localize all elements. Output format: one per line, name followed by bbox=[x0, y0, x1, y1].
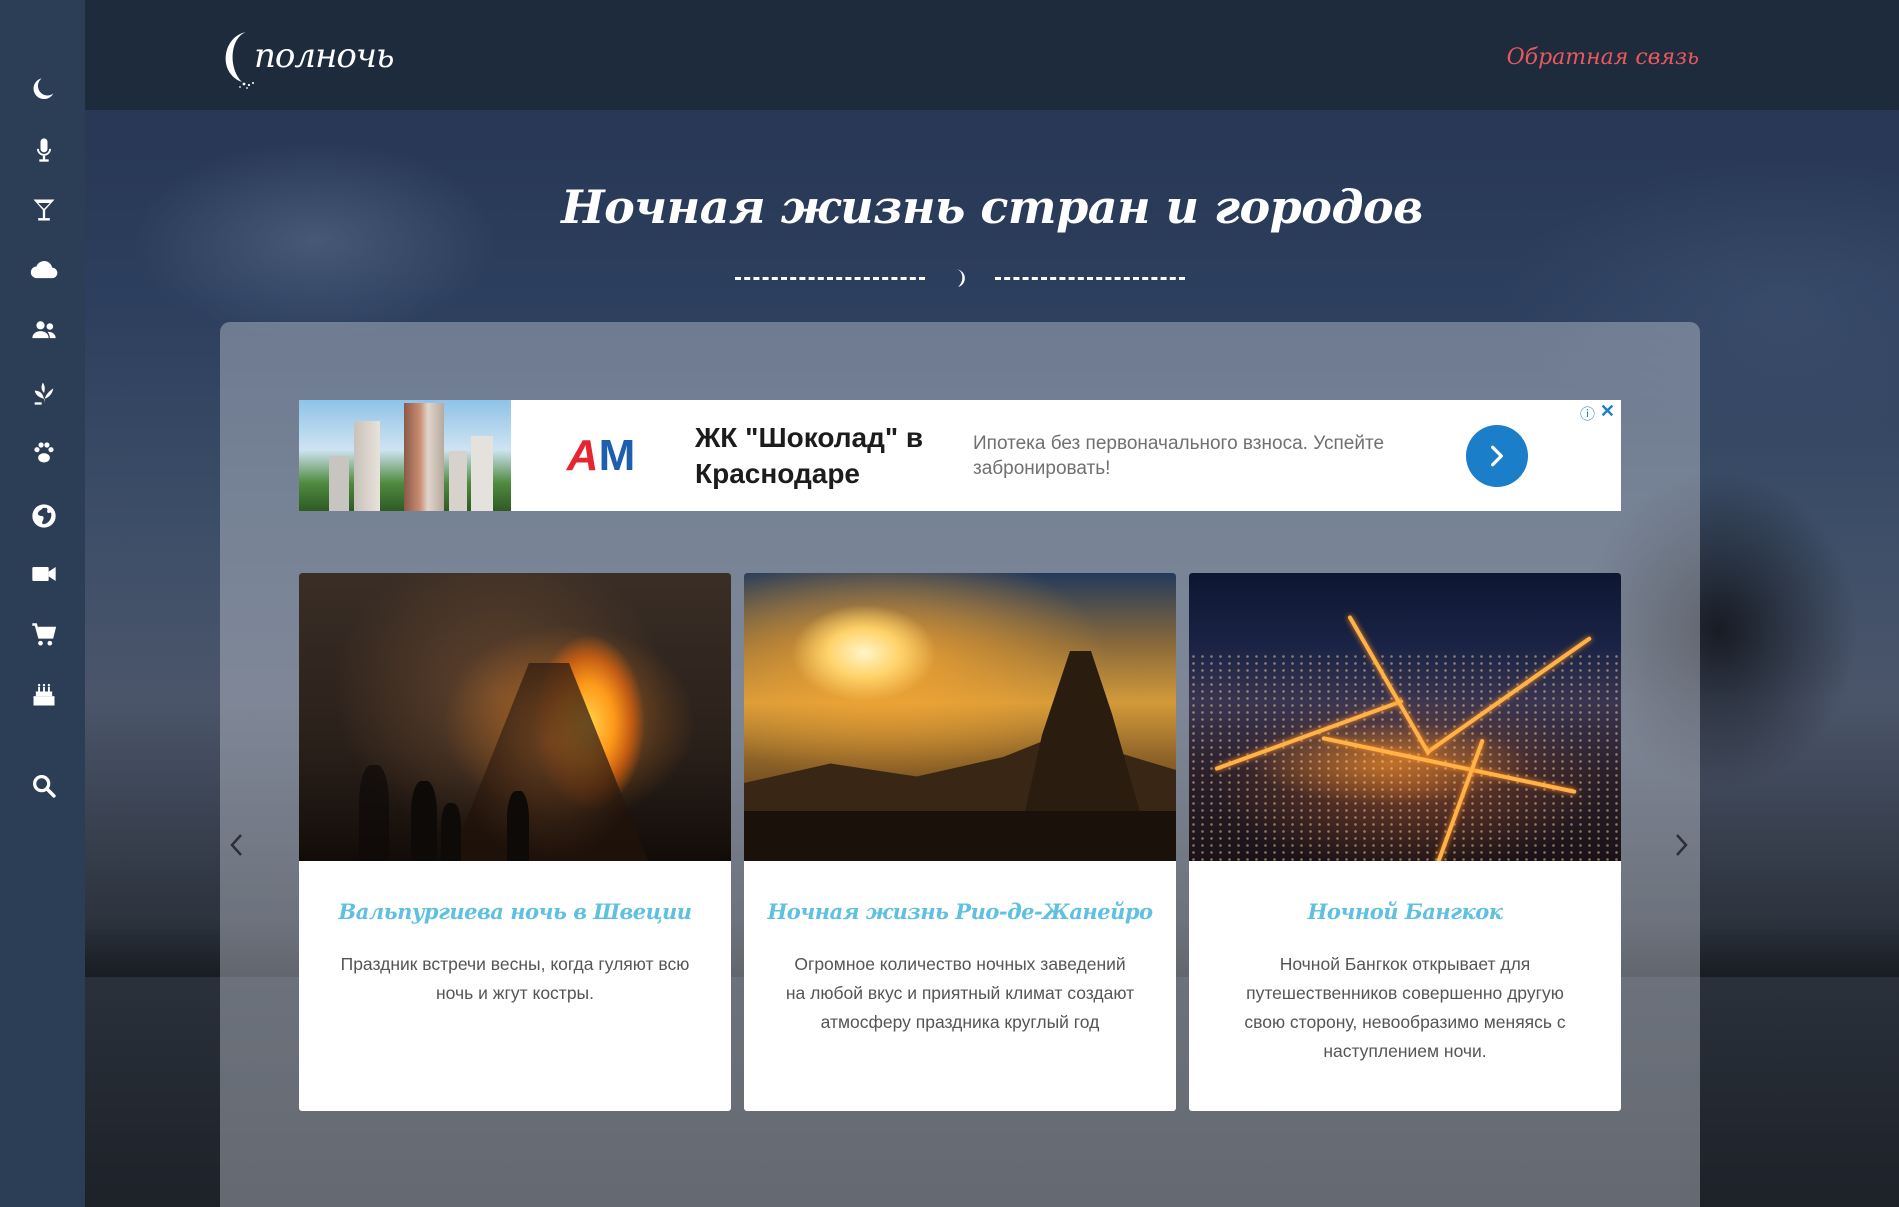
ad-headline: ЖК "Шоколад" в Краснодаре bbox=[695, 421, 924, 489]
moon-icon bbox=[33, 78, 54, 100]
card-title: Ночная жизнь Рио-де-Жанейро bbox=[767, 899, 1153, 924]
carousel-prev-button[interactable] bbox=[225, 830, 249, 860]
sidebar-item-search[interactable] bbox=[26, 768, 62, 804]
sidebar-item-plant[interactable] bbox=[26, 375, 62, 411]
ad-go-button[interactable] bbox=[1466, 425, 1528, 487]
ad-building-photo bbox=[299, 400, 511, 511]
title-divider bbox=[735, 263, 1185, 293]
logo-text: полночь bbox=[254, 36, 395, 76]
sidebar-item-birthday[interactable] bbox=[26, 677, 62, 713]
site-logo[interactable]: полночь bbox=[222, 24, 395, 94]
people-icon bbox=[32, 321, 56, 339]
shopping-cart-icon bbox=[32, 623, 57, 646]
feedback-link[interactable]: Обратная связь bbox=[1507, 45, 1699, 70]
sidebar-item-cloud[interactable] bbox=[26, 252, 62, 288]
card-text: Праздник встречи весны, когда гуляют всю… bbox=[340, 954, 690, 1003]
card-rio[interactable]: Ночная жизнь Рио-де-Жанейро Огромное кол… bbox=[744, 573, 1176, 1111]
ad-description: Ипотека без первоначального взноса. Успе… bbox=[973, 432, 1385, 479]
ad-close-icon[interactable]: ✕ bbox=[1600, 401, 1615, 422]
sidebar-item-moon[interactable] bbox=[26, 72, 62, 108]
card-image-rio-sunset bbox=[744, 573, 1176, 861]
search-icon bbox=[33, 775, 56, 798]
logo-moon-icon bbox=[222, 28, 258, 90]
sidebar-item-shop[interactable] bbox=[26, 617, 62, 653]
card-title: Ночной Бангкок bbox=[1307, 899, 1503, 924]
divider-dash-right bbox=[995, 276, 1185, 280]
globe-icon bbox=[32, 504, 56, 528]
card-image-bangkok-night bbox=[1189, 573, 1621, 861]
sidebar-item-globe[interactable] bbox=[26, 498, 62, 534]
chevron-left-icon bbox=[230, 834, 242, 856]
microphone-icon bbox=[37, 138, 51, 162]
top-header: полночь Обратная связь bbox=[85, 0, 1899, 110]
ad-brand-logo: AM bbox=[566, 430, 636, 480]
page-title: Ночная жизнь стран и городов bbox=[561, 180, 1423, 234]
paw-icon bbox=[34, 442, 54, 463]
card-image-bonfire bbox=[299, 573, 731, 861]
divider-dash-left bbox=[735, 276, 925, 280]
sidebar-item-cocktail[interactable] bbox=[26, 192, 62, 228]
card-text: Огромное количество ночных заведений на … bbox=[785, 954, 1135, 1032]
sidebar-item-microphone[interactable] bbox=[26, 132, 62, 168]
card-bangkok[interactable]: Ночной Бангкок Ночной Бангкок открывает … bbox=[1189, 573, 1621, 1111]
plant-icon bbox=[34, 382, 54, 405]
card-text: Ночной Бангкок открывает для путешествен… bbox=[1244, 954, 1566, 1061]
ad-banner[interactable]: AM ЖК "Шоколад" в Краснодаре Ипотека без… bbox=[299, 400, 1621, 511]
icon-sidebar bbox=[0, 0, 85, 1207]
cloud-icon bbox=[30, 260, 58, 279]
sidebar-item-paw[interactable] bbox=[26, 434, 62, 470]
cocktail-icon bbox=[33, 199, 55, 221]
carousel-next-button[interactable] bbox=[1669, 830, 1693, 860]
divider-moon-icon bbox=[950, 265, 970, 291]
ad-info-icon[interactable]: ⓘ bbox=[1580, 403, 1595, 424]
sidebar-item-video[interactable] bbox=[26, 556, 62, 592]
chevron-right-icon bbox=[1676, 834, 1688, 856]
birthday-cake-icon bbox=[33, 683, 55, 706]
chevron-right-icon bbox=[1491, 445, 1503, 467]
card-title: Вальпургиева ночь в Швеции bbox=[338, 899, 692, 924]
card-walpurgis[interactable]: Вальпургиева ночь в Швеции Праздник встр… bbox=[299, 573, 731, 1111]
video-camera-icon bbox=[32, 567, 56, 581]
sidebar-item-people[interactable] bbox=[26, 312, 62, 348]
